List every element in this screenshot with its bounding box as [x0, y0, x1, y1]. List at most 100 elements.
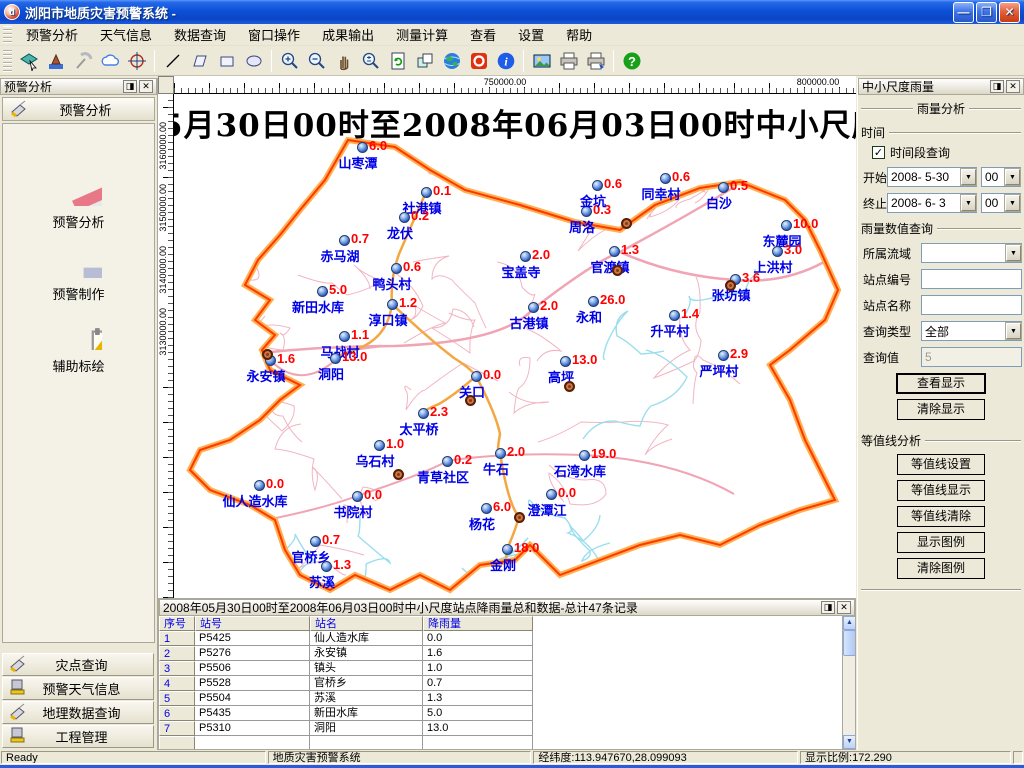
image-icon[interactable] — [529, 48, 554, 73]
station-marker[interactable] — [399, 212, 410, 223]
menu-item-5[interactable]: 成果输出 — [311, 23, 385, 46]
column-header[interactable]: 站号 — [195, 616, 310, 631]
view-display-button[interactable]: 查看显示 — [896, 373, 986, 394]
clear-display-button[interactable]: 清除显示 — [897, 399, 985, 420]
menu-item-3[interactable]: 数据查询 — [163, 23, 237, 46]
line-icon[interactable] — [160, 48, 185, 73]
select-layer-icon[interactable] — [16, 48, 41, 73]
station-marker[interactable] — [481, 503, 492, 514]
zoom-out-icon[interactable] — [304, 48, 329, 73]
station-marker[interactable] — [374, 440, 385, 451]
table-row[interactable]: 5P5504苏溪1.3 — [159, 691, 842, 706]
chevron-down-icon[interactable]: ▼ — [1006, 245, 1021, 261]
station-marker[interactable] — [339, 235, 350, 246]
table-scrollbar[interactable]: ▲ ▼ — [842, 616, 855, 749]
station-marker[interactable] — [352, 491, 363, 502]
station-marker[interactable] — [442, 456, 453, 467]
station-id-input[interactable] — [921, 269, 1022, 289]
station-marker[interactable] — [718, 350, 729, 361]
menu-grip[interactable] — [3, 26, 12, 43]
scroll-up-icon[interactable]: ▲ — [843, 616, 856, 630]
resize-grip[interactable] — [1013, 751, 1023, 764]
station-marker[interactable] — [418, 408, 429, 419]
tool-warning-analysis[interactable]: 预警分析 — [3, 160, 154, 231]
station-name-input[interactable] — [921, 295, 1022, 315]
station-marker[interactable] — [718, 182, 729, 193]
globe-icon[interactable] — [439, 48, 464, 73]
table-row[interactable] — [159, 736, 842, 750]
paint-icon[interactable] — [43, 48, 68, 73]
menu-item-4[interactable]: 窗口操作 — [237, 23, 311, 46]
station-marker[interactable] — [310, 536, 321, 547]
legend-clear-button[interactable]: 清除图例 — [897, 558, 985, 579]
stop-icon[interactable] — [466, 48, 491, 73]
restore-button[interactable]: ❐ — [976, 2, 997, 23]
station-marker[interactable] — [579, 450, 590, 461]
refresh-icon[interactable] — [385, 48, 410, 73]
station-marker[interactable] — [546, 489, 557, 500]
sidebar-item-project-management[interactable]: 工程管理 — [2, 725, 154, 748]
station-marker[interactable] — [592, 180, 603, 191]
column-header[interactable]: 站名 — [310, 616, 423, 631]
pick-icon[interactable] — [70, 48, 95, 73]
center-icon[interactable] — [124, 48, 149, 73]
station-marker[interactable] — [660, 173, 671, 184]
legend-show-button[interactable]: 显示图例 — [897, 532, 985, 553]
basin-select[interactable]: ▼ — [921, 243, 1022, 263]
table-row[interactable]: 3P5506镇头1.0 — [159, 661, 842, 676]
scroll-thumb[interactable] — [843, 630, 856, 656]
cloud-icon[interactable] — [97, 48, 122, 73]
info-icon[interactable]: i — [493, 48, 518, 73]
menu-item-9[interactable]: 帮助 — [555, 23, 603, 46]
pin-icon[interactable]: ◨ — [990, 80, 1004, 93]
station-marker[interactable] — [495, 448, 506, 459]
table-row[interactable]: 1P5425仙人造水库0.0 — [159, 631, 842, 646]
menu-item-1[interactable]: 预警分析 — [15, 23, 89, 46]
tool-warning-making[interactable]: 预警制作 — [3, 232, 154, 303]
chevron-down-icon[interactable]: ▼ — [1006, 323, 1021, 339]
close-button[interactable]: ✕ — [999, 2, 1020, 23]
zoom-in-icon[interactable] — [277, 48, 302, 73]
toolbar-grip[interactable] — [3, 49, 12, 72]
station-marker[interactable] — [588, 296, 599, 307]
menu-item-2[interactable]: 天气信息 — [89, 23, 163, 46]
end-date-select[interactable]: 2008- 6- 3▼ — [887, 193, 977, 213]
chevron-down-icon[interactable]: ▼ — [961, 195, 976, 211]
column-header[interactable]: 降雨量 — [423, 616, 533, 631]
tool-aux-plotting[interactable]: 辅助标绘 — [3, 304, 154, 375]
copy-map-icon[interactable] — [412, 48, 437, 73]
table-row[interactable]: 4P5528官桥乡0.7 — [159, 676, 842, 691]
table-row[interactable]: 2P5276永安镇1.6 — [159, 646, 842, 661]
station-marker[interactable] — [391, 263, 402, 274]
station-marker[interactable] — [254, 480, 265, 491]
station-marker[interactable] — [321, 561, 332, 572]
station-marker[interactable] — [502, 544, 513, 555]
chevron-down-icon[interactable]: ▼ — [1005, 195, 1020, 211]
sidebar-item-warning-weather-info[interactable]: 预警天气信息 — [2, 677, 154, 700]
zoom-extent-icon[interactable] — [358, 48, 383, 73]
scroll-down-icon[interactable]: ▼ — [843, 735, 856, 749]
station-marker[interactable] — [560, 356, 571, 367]
sidebar-item-disaster-point-query[interactable]: 灾点查询 — [2, 653, 154, 676]
pan-icon[interactable] — [331, 48, 356, 73]
start-hour-select[interactable]: 00▼ — [981, 167, 1021, 187]
station-marker[interactable] — [609, 246, 620, 257]
menu-item-6[interactable]: 测量计算 — [385, 23, 459, 46]
chevron-down-icon[interactable]: ▼ — [1005, 169, 1020, 185]
print-icon[interactable] — [556, 48, 581, 73]
close-icon[interactable]: ✕ — [139, 80, 153, 93]
menu-item-7[interactable]: 查看 — [459, 23, 507, 46]
help-icon[interactable]: ? — [619, 48, 644, 73]
pin-icon[interactable]: ◨ — [123, 80, 137, 93]
table-row[interactable]: 7P5310洞阳13.0 — [159, 721, 842, 736]
time-range-checkbox[interactable]: ✓ — [872, 146, 885, 159]
minimize-button[interactable]: — — [953, 2, 974, 23]
sidebar-item-geo-data-query[interactable]: 地理数据查询 — [2, 701, 154, 724]
station-marker[interactable] — [669, 310, 680, 321]
rectangle-icon[interactable] — [214, 48, 239, 73]
query-type-select[interactable]: 全部▼ — [921, 321, 1022, 341]
station-marker[interactable] — [528, 302, 539, 313]
chevron-down-icon[interactable]: ▼ — [961, 169, 976, 185]
station-marker[interactable] — [471, 371, 482, 382]
close-icon[interactable]: ✕ — [1006, 80, 1020, 93]
